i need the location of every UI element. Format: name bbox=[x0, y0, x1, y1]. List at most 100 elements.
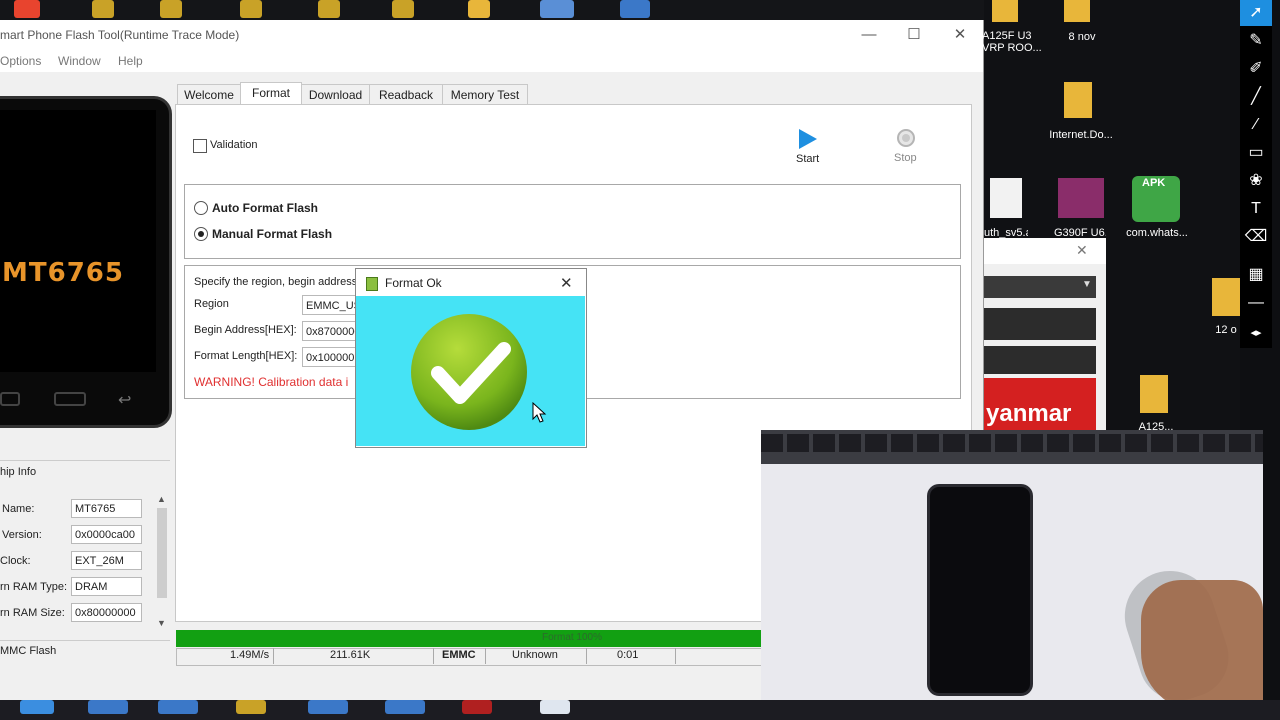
region-select[interactable]: EMMC_USE bbox=[302, 295, 358, 315]
close-button[interactable]: ✕ bbox=[937, 20, 983, 50]
start-play-icon[interactable] bbox=[797, 127, 819, 151]
app-icon[interactable] bbox=[160, 0, 182, 18]
phone-chip-label: MT6765 bbox=[2, 258, 124, 288]
specify-region-text: Specify the region, begin address bbox=[194, 276, 358, 288]
minimize-button[interactable]: — bbox=[846, 20, 892, 50]
folder-icon[interactable] bbox=[1064, 82, 1092, 118]
folder-icon[interactable] bbox=[468, 0, 490, 18]
desktop-icon-label[interactable]: A125... bbox=[1136, 421, 1176, 430]
marker-tool-icon[interactable]: ✐ bbox=[1240, 56, 1272, 82]
rectangle-tool-icon[interactable]: ▭ bbox=[1240, 140, 1272, 166]
emmc-flash-label: MMC Flash bbox=[0, 645, 57, 657]
format-length-input[interactable]: 0x100000 bbox=[302, 347, 358, 367]
desktop-icon-label[interactable]: 12 o bbox=[1214, 324, 1238, 336]
pointer-tool-icon[interactable]: ➚ bbox=[1240, 0, 1272, 26]
menu-options[interactable]: Options bbox=[0, 54, 41, 68]
stop-button[interactable]: Stop bbox=[894, 152, 917, 164]
chip-version-value: 0x0000ca00 bbox=[71, 525, 142, 544]
app-icon[interactable] bbox=[92, 0, 114, 18]
app-icon[interactable] bbox=[14, 0, 40, 18]
scroll-down-icon[interactable]: ▼ bbox=[157, 618, 166, 628]
taskbar-app-icon[interactable] bbox=[385, 700, 425, 714]
desktop-icon-label[interactable]: com.whats... bbox=[1122, 227, 1192, 239]
line-tool-icon[interactable]: ╱ bbox=[1240, 84, 1272, 110]
begin-address-input[interactable]: 0x8700000 bbox=[302, 321, 358, 341]
menu-window[interactable]: Window bbox=[58, 54, 101, 68]
back-key-icon: ↩ bbox=[118, 392, 132, 409]
status-separator bbox=[433, 648, 434, 664]
apk-badge: APK bbox=[1142, 177, 1166, 189]
start-button[interactable]: Start bbox=[796, 153, 819, 165]
chip-info-panel: Name: MT6765 Version: 0x0000ca00 Clock: … bbox=[0, 483, 170, 633]
tab-format[interactable]: Format bbox=[240, 82, 302, 106]
palette-tool-icon[interactable]: ❀ bbox=[1240, 168, 1272, 194]
maximize-button[interactable]: ☐ bbox=[891, 20, 937, 50]
region-label: Region bbox=[194, 298, 229, 310]
manual-format-radio[interactable] bbox=[194, 227, 208, 241]
status-speed: 1.49M/s bbox=[230, 649, 270, 661]
auto-format-radio[interactable] bbox=[194, 201, 208, 215]
validation-checkbox[interactable] bbox=[193, 139, 207, 153]
folder-icon[interactable] bbox=[1140, 375, 1168, 413]
folder-icon[interactable] bbox=[1212, 278, 1240, 316]
folder-icon[interactable] bbox=[992, 0, 1018, 22]
chip-info-title: hip Info bbox=[0, 466, 37, 478]
desktop-icon-label[interactable]: A125F U3 VRP ROO... bbox=[982, 30, 1044, 54]
chip-info-header: hip Info bbox=[0, 460, 170, 483]
menu-bar: Options Window Help bbox=[0, 50, 983, 72]
dialog-close-button[interactable]: ✕ bbox=[560, 274, 573, 292]
taskbar-app-icon[interactable] bbox=[236, 700, 266, 714]
text-tool-icon[interactable]: T bbox=[1240, 196, 1272, 222]
ram-size-value: 0x80000000 bbox=[71, 603, 142, 622]
taskbar-app-icon[interactable] bbox=[88, 700, 128, 714]
tab-memory-test[interactable]: Memory Test bbox=[442, 84, 528, 105]
menu-help[interactable]: Help bbox=[118, 54, 143, 68]
apk-icon[interactable]: APK bbox=[1132, 176, 1180, 222]
background-close-icon[interactable]: ✕ bbox=[1076, 242, 1088, 259]
scroll-thumb[interactable] bbox=[157, 508, 167, 598]
tab-download[interactable]: Download bbox=[301, 84, 370, 105]
desktop-icon-label[interactable]: Internet.Do... bbox=[1046, 129, 1116, 141]
phone-screen bbox=[0, 110, 156, 372]
background-dropdown[interactable]: ▼ bbox=[984, 276, 1096, 298]
taskbar-app-icon[interactable] bbox=[158, 700, 198, 714]
winrar-icon[interactable] bbox=[1058, 178, 1104, 218]
expand-toolbar-icon[interactable]: ◂▸ bbox=[1240, 320, 1272, 346]
chip-version-label: Version: bbox=[2, 529, 42, 541]
taskbar-app-icon[interactable] bbox=[540, 700, 570, 714]
installer-icon[interactable] bbox=[620, 0, 650, 18]
folder-icon[interactable] bbox=[1064, 0, 1090, 22]
app-icon[interactable] bbox=[318, 0, 340, 18]
tab-welcome[interactable]: Welcome bbox=[177, 84, 241, 105]
brush-tool-icon[interactable]: ⁄ bbox=[1240, 112, 1272, 138]
validation-label: Validation bbox=[210, 139, 258, 151]
installer-icon[interactable] bbox=[540, 0, 574, 18]
status-type: Unknown bbox=[512, 649, 558, 661]
stop-icon[interactable] bbox=[896, 128, 916, 148]
success-check-icon bbox=[411, 314, 527, 430]
tab-readback[interactable]: Readback bbox=[369, 84, 443, 105]
status-separator bbox=[273, 648, 274, 664]
line-width-icon[interactable]: — bbox=[1240, 290, 1272, 316]
chip-name-value: MT6765 bbox=[71, 499, 142, 518]
ram-type-label: rn RAM Type: bbox=[0, 581, 68, 593]
taskbar-app-icon[interactable] bbox=[462, 700, 492, 714]
desktop-icon-label[interactable]: 8 nov bbox=[1062, 31, 1102, 43]
background-title-bar: ✕ bbox=[984, 238, 1106, 264]
app-icon[interactable] bbox=[392, 0, 414, 18]
calibration-warning: WARNING! Calibration data i bbox=[194, 375, 349, 389]
taskbar-app-icon[interactable] bbox=[20, 700, 54, 714]
file-icon[interactable] bbox=[990, 178, 1022, 218]
status-separator bbox=[586, 648, 587, 664]
app-icon[interactable] bbox=[240, 0, 262, 18]
taskbar-app-icon[interactable] bbox=[308, 700, 348, 714]
pen-tool-icon[interactable]: ✎ bbox=[1240, 28, 1272, 54]
eraser-tool-icon[interactable]: ⌫ bbox=[1240, 224, 1272, 250]
menu-key-icon bbox=[0, 392, 20, 406]
chip-clock-label: Clock: bbox=[0, 555, 31, 567]
drawing-toolbar: ➚ ✎ ✐ ╱ ⁄ ▭ ❀ T ⌫ ▦ — ◂▸ bbox=[1240, 0, 1272, 348]
scroll-up-icon[interactable]: ▲ bbox=[157, 494, 166, 504]
status-storage: EMMC bbox=[442, 649, 476, 661]
checker-tool-icon[interactable]: ▦ bbox=[1240, 262, 1272, 288]
chip-info-scrollbar[interactable]: ▲ ▼ bbox=[155, 494, 169, 630]
